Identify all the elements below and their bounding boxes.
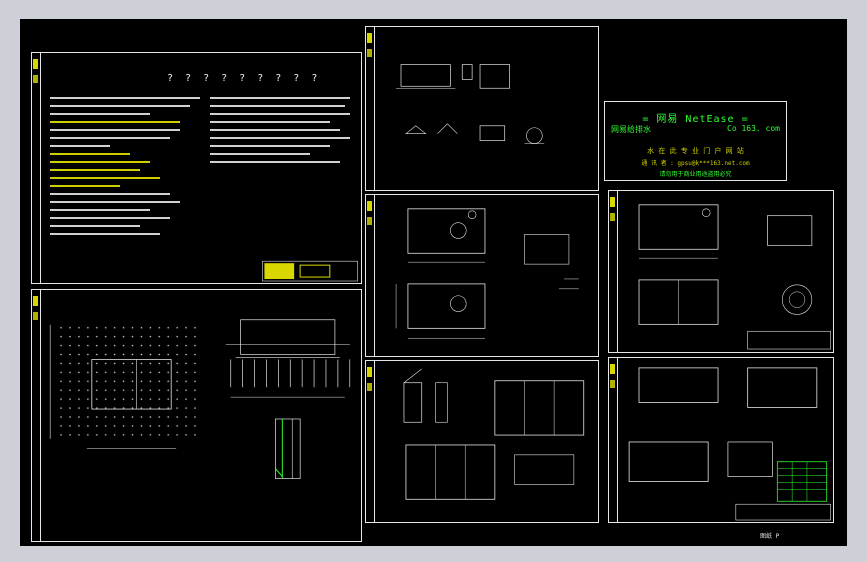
- cad-drawing-canvas[interactable]: ? ? ? ? ? ? ? ? ? = 网易 NetEase = 网易给排水 C…: [20, 19, 847, 546]
- netease-note: 请勿用于商业用途盗用必究: [659, 171, 732, 178]
- footer-label: 图纸 P: [760, 533, 780, 540]
- sheet-site-plan: [31, 289, 362, 542]
- netease-left-label: 网易给排水: [611, 125, 651, 134]
- sheet-tank-plan: [608, 190, 834, 353]
- sheet-structure: [365, 360, 599, 523]
- sheet-tank-section: [608, 357, 834, 523]
- sheet-details-1: [365, 26, 599, 191]
- sheet-pump-plan: [365, 194, 599, 357]
- netease-right-label: Co 163. com: [727, 124, 780, 133]
- netease-email: 通 讯 者 : gpsu@k***163.net.com: [641, 160, 750, 167]
- title-block: [262, 260, 358, 282]
- sheet-design-notes: ? ? ? ? ? ? ? ? ?: [31, 52, 362, 284]
- netease-subtitle: 水 在 此 专 业 门 户 网 站: [647, 147, 744, 155]
- netease-title: = 网易 NetEase =: [642, 114, 749, 125]
- netease-watermark: = 网易 NetEase = 网易给排水 Co 163. com 水 在 此 专…: [604, 101, 787, 181]
